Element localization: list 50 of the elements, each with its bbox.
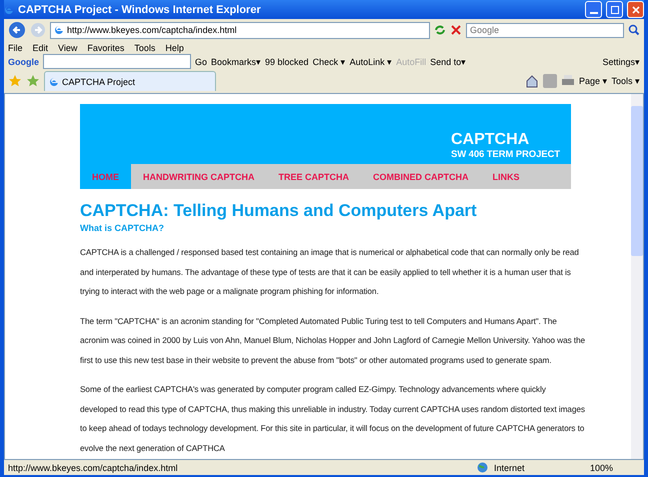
back-icon[interactable] bbox=[8, 21, 26, 39]
ie-icon bbox=[49, 76, 59, 86]
status-url: http://www.bkeyes.com/captcha/index.html bbox=[8, 462, 179, 472]
site-subtitle: SW 406 TERM PROJECT bbox=[451, 149, 561, 160]
close-icon bbox=[632, 6, 640, 14]
star-icon[interactable] bbox=[8, 74, 22, 88]
printer-icon[interactable] bbox=[560, 74, 575, 88]
maximize-button[interactable] bbox=[606, 1, 623, 18]
zoom-level[interactable]: 100% bbox=[590, 462, 640, 472]
menu-item[interactable]: View bbox=[58, 42, 78, 52]
search-field[interactable]: Google bbox=[466, 22, 624, 38]
paragraph: Some of the earliest CAPTCHA's was generated by computer program called EZ-Gimpy. Technology advancements where quickly developed to read this type of CAPTCHA, thus making this unreliable in industry. Today current CAPTCHA uses random distorted text images to keep ahead of todays technology development. For this site in particular, it will focus on the development of future CAPTCHA generators to evolve the next generation of CAPTHCA bbox=[80, 383, 585, 455]
minimize-icon bbox=[590, 12, 598, 14]
search-icon[interactable] bbox=[628, 24, 640, 36]
toolbar-button[interactable]: Check ▾ bbox=[312, 56, 346, 66]
google-search-field[interactable] bbox=[43, 54, 191, 69]
command-button[interactable]: Tools ▾ bbox=[611, 76, 640, 86]
settings-button[interactable]: Settings▾ bbox=[602, 56, 640, 66]
paragraph: CAPTCHA is a challenged / responsed based test containing an image that is numerical or alphabetical code that can normally only be read and interperated by humans. The advantage of these type of tests are that it can be easily applied to tell whether it is a human user that is trying to interact with the web page or a malignate program phishing for information. bbox=[80, 246, 580, 298]
globe-icon bbox=[477, 462, 488, 473]
command-button[interactable]: Page ▾ bbox=[578, 76, 608, 86]
toolbar-button[interactable]: Send to▾ bbox=[430, 56, 466, 66]
toolbar-button[interactable]: 99 blocked bbox=[265, 56, 309, 66]
page-icon bbox=[54, 25, 64, 35]
section-heading: What is CAPTCHA? bbox=[80, 223, 165, 233]
menu-item[interactable]: Tools bbox=[134, 42, 156, 52]
menu-item[interactable]: File bbox=[8, 42, 23, 52]
page-heading: CAPTCHA: Telling Humans and Computers Apart bbox=[80, 201, 478, 221]
security-zone: Internet bbox=[494, 462, 526, 472]
site-title: CAPTCHA bbox=[451, 131, 530, 149]
window-title: CAPTCHA Project - Windows Internet Explorer bbox=[18, 4, 262, 16]
ie-logo-icon bbox=[4, 4, 14, 14]
go-button[interactable]: Go bbox=[195, 56, 208, 66]
paragraph: The term "CAPTCHA" is an acronim standing for "Completed Automated Public Turing test to tell Computers and Humans Apart". The acronim was coined in 2000 by Luis von Ahn, Manuel Blum, Nicholas Hopper and John Lagford of Carnegie Mellon University. Yahoo was the first to use this new test base in their website to prevent the abuse from "bots" or other automated programs used to generate spam. bbox=[80, 314, 585, 367]
toolbar-button[interactable]: Bookmarks▾ bbox=[211, 56, 262, 66]
scrollbar[interactable] bbox=[631, 94, 643, 459]
browser-tab[interactable]: CAPTCHA Project bbox=[44, 71, 216, 91]
minimize-button[interactable] bbox=[585, 1, 602, 18]
close-button[interactable] bbox=[627, 1, 644, 18]
menu-item[interactable]: Edit bbox=[32, 42, 48, 52]
star-icon[interactable] bbox=[26, 74, 40, 88]
toolbar-button[interactable]: AutoLink ▾ bbox=[350, 56, 392, 66]
maximize-icon bbox=[610, 6, 618, 14]
home-icon[interactable] bbox=[524, 74, 539, 88]
stop-icon[interactable] bbox=[450, 24, 462, 36]
refresh-icon[interactable] bbox=[434, 24, 446, 36]
google-logo: Google bbox=[8, 56, 39, 66]
menu-item[interactable]: Favorites bbox=[87, 42, 124, 52]
address-field[interactable]: http://www.bkeyes.com/captcha/index.html bbox=[50, 22, 430, 38]
menu-item[interactable]: Help bbox=[165, 42, 184, 52]
